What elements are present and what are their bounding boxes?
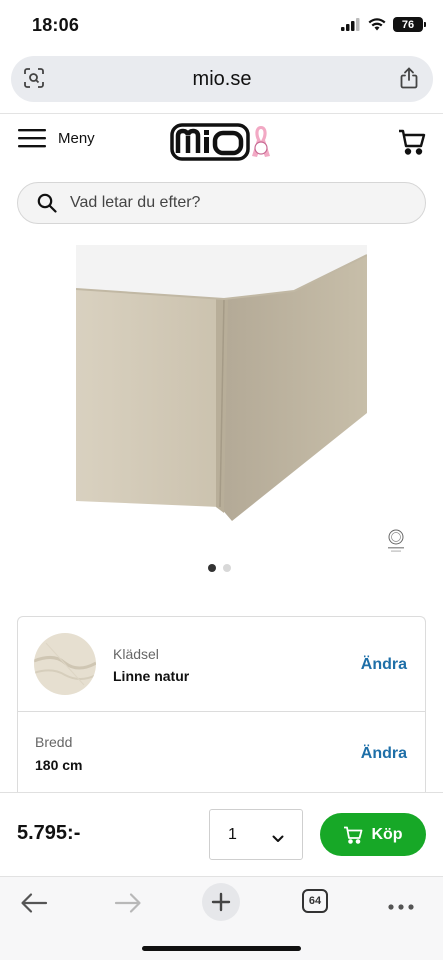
change-width-link[interactable]: Ändra [361,745,407,763]
menu-label: Meny [58,129,95,147]
battery-indicator: 76 [393,17,426,32]
menu-button[interactable]: Meny [18,128,95,148]
address-bar[interactable]: mio.se [11,56,433,102]
mio-logo-mark [170,123,250,161]
home-indicator [142,946,301,951]
search-bar[interactable] [17,182,426,224]
cart-button[interactable] [398,128,426,161]
cart-icon [399,129,426,155]
tabs-icon[interactable]: 64 [302,889,328,913]
option-width-label: Bredd [35,734,73,750]
divider [0,113,443,114]
option-fabric-label: Klädsel [113,646,159,662]
status-time: 18:06 [32,15,80,35]
sticky-buy-bar: 5.795:- 1 Köp [0,792,443,876]
option-width-value: 180 cm [35,757,83,773]
hamburger-icon [18,129,46,148]
product-image[interactable] [76,245,367,521]
signal-icon [341,18,360,31]
quantity-select[interactable]: 1 [209,809,303,860]
cart-icon [344,826,363,844]
quantity-value: 1 [228,826,237,843]
back-icon[interactable] [20,891,48,920]
more-icon[interactable] [388,897,414,915]
gallery-pagination [208,564,231,572]
buy-button[interactable]: Köp [320,813,426,856]
new-tab-icon[interactable] [202,883,240,921]
share-icon[interactable] [399,67,419,94]
buy-button-label: Köp [371,825,403,843]
gallery-dot[interactable] [223,564,231,572]
option-fabric-row[interactable]: Klädsel Linne natur Ändra [18,617,425,712]
fabric-swatch [34,633,96,695]
quality-seal-icon [385,528,407,554]
search-input[interactable] [70,183,410,223]
url-text[interactable]: mio.se [11,68,433,91]
status-bar: 18:06 76 [0,0,443,52]
mio-logo[interactable] [170,123,272,161]
change-fabric-link[interactable]: Ändra [361,656,407,674]
forward-icon[interactable] [114,891,142,920]
status-icons: 76 [341,17,426,32]
price: 5.795:- [17,822,81,844]
chevron-down-icon [272,830,284,848]
gallery-dot-active[interactable] [208,564,216,572]
wifi-icon [368,18,386,31]
pink-ribbon-icon [252,126,270,157]
search-icon [37,193,57,218]
option-fabric-value: Linne natur [113,668,190,684]
product-options: Klädsel Linne natur Ändra Bredd 180 cm Ä… [17,616,426,816]
